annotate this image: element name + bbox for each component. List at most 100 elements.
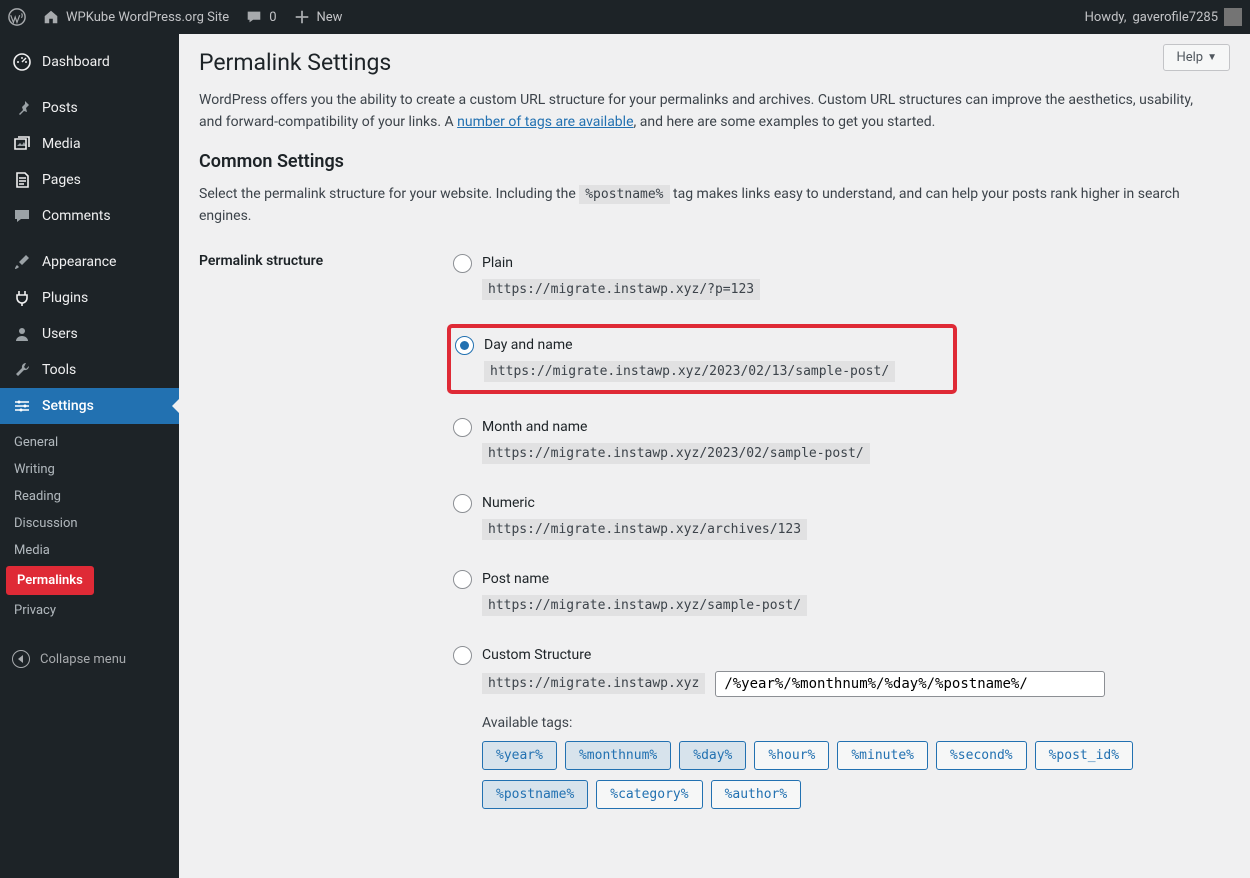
radio-custom-structure[interactable] [453,646,472,665]
option-label-plain[interactable]: Plain [482,255,513,271]
tag-minute[interactable]: %minute% [837,741,928,770]
sidebar-item-plugins[interactable]: Plugins [0,280,179,316]
new-content-link[interactable]: New [293,8,343,26]
page-icon [12,170,32,190]
collapse-menu-button[interactable]: Collapse menu [0,640,179,678]
sidebar-item-comments[interactable]: Comments [0,198,179,234]
howdy-prefix: Howdy, [1085,10,1127,25]
sidebar-item-users[interactable]: Users [0,316,179,352]
collapse-label: Collapse menu [40,652,126,667]
sidebar-item-settings[interactable]: Settings [0,388,179,424]
intro-text: WordPress offers you the ability to crea… [199,90,1199,133]
content-area: Help ▼ Permalink Settings WordPress offe… [179,34,1250,878]
common-settings-heading: Common Settings [199,151,1230,172]
sidebar-item-label: Posts [42,100,78,116]
tag-year[interactable]: %year% [482,741,557,770]
site-name-link[interactable]: WPKube WordPress.org Site [42,8,229,26]
sidebar-item-label: Tools [42,362,76,378]
option-label-month-and-name[interactable]: Month and name [482,419,587,435]
submenu-permalinks[interactable]: Permalinks [6,566,94,595]
sidebar-item-dashboard[interactable]: Dashboard [0,44,179,80]
sidebar-item-label: Appearance [42,254,116,270]
tag-hour[interactable]: %hour% [754,741,829,770]
sidebar-item-tools[interactable]: Tools [0,352,179,388]
option-day-and-name: Day and name https://migrate.instawp.xyz… [447,324,957,394]
available-tags-label: Available tags: [482,715,1224,731]
tag-day[interactable]: %day% [679,741,746,770]
sidebar-item-label: Plugins [42,290,88,306]
radio-numeric[interactable] [453,494,472,513]
site-name-label: WPKube WordPress.org Site [66,10,229,25]
plus-icon [293,8,311,26]
submenu-general[interactable]: General [0,429,179,456]
sidebar-item-label: Comments [42,208,111,224]
example-day-and-name: https://migrate.instawp.xyz/2023/02/13/s… [484,361,895,382]
tag-author[interactable]: %author% [711,780,802,809]
help-button[interactable]: Help ▼ [1163,44,1230,71]
option-numeric: Numeric https://migrate.instawp.xyz/arch… [447,488,1230,546]
submenu-privacy[interactable]: Privacy [0,597,179,624]
tag-second[interactable]: %second% [936,741,1027,770]
chevron-down-icon: ▼ [1207,52,1217,63]
tag-post-id[interactable]: %post_id% [1035,741,1133,770]
brush-icon [12,252,32,272]
comment-icon [245,8,263,26]
sidebar-item-media[interactable]: Media [0,126,179,162]
option-label-day-and-name[interactable]: Day and name [484,337,573,353]
wordpress-logo[interactable] [8,8,26,26]
custom-structure-input[interactable] [715,671,1105,697]
help-label: Help [1176,50,1203,65]
avatar [1224,8,1242,26]
page-title: Permalink Settings [199,49,1230,76]
admin-sidebar: Dashboard Posts Media Pages Comments App… [0,34,179,878]
sidebar-item-label: Pages [42,172,81,188]
radio-month-and-name[interactable] [453,418,472,437]
tags-available-link[interactable]: number of tags are available [457,114,633,130]
radio-day-and-name[interactable] [455,336,474,355]
submenu-reading[interactable]: Reading [0,483,179,510]
sidebar-item-posts[interactable]: Posts [0,90,179,126]
user-name: gaverofile7285 [1132,10,1218,25]
tag-postname[interactable]: %postname% [482,780,588,809]
tag-row-1: %year% %monthnum% %day% %hour% %minute% … [482,741,1224,770]
wordpress-icon [8,8,26,26]
plug-icon [12,288,32,308]
comments-link[interactable]: 0 [245,8,276,26]
sidebar-item-label: Media [42,136,81,152]
comment-icon [12,206,32,226]
option-label-post-name[interactable]: Post name [482,571,549,587]
radio-post-name[interactable] [453,570,472,589]
tag-row-2: %postname% %category% %author% [482,780,1224,809]
option-label-custom-structure[interactable]: Custom Structure [482,647,591,663]
option-plain: Plain https://migrate.instawp.xyz/?p=123 [447,248,1230,306]
tag-category[interactable]: %category% [596,780,702,809]
option-post-name: Post name https://migrate.instawp.xyz/sa… [447,564,1230,622]
example-post-name: https://migrate.instawp.xyz/sample-post/ [482,595,807,616]
admin-bar: WPKube WordPress.org Site 0 New Howdy, g… [0,0,1250,34]
tag-monthnum[interactable]: %monthnum% [565,741,671,770]
submenu-media[interactable]: Media [0,537,179,564]
wrench-icon [12,360,32,380]
option-label-numeric[interactable]: Numeric [482,495,535,511]
user-icon [12,324,32,344]
submenu-discussion[interactable]: Discussion [0,510,179,537]
new-label: New [317,10,343,25]
sliders-icon [12,396,32,416]
home-icon [42,8,60,26]
sidebar-item-label: Settings [42,398,94,414]
example-plain: https://migrate.instawp.xyz/?p=123 [482,279,760,300]
radio-plain[interactable] [453,254,472,273]
custom-prefix: https://migrate.instawp.xyz [482,673,705,694]
settings-submenu: General Writing Reading Discussion Media… [0,424,179,636]
sidebar-item-pages[interactable]: Pages [0,162,179,198]
sidebar-item-label: Dashboard [42,54,110,70]
sidebar-item-appearance[interactable]: Appearance [0,244,179,280]
media-icon [12,134,32,154]
example-month-and-name: https://migrate.instawp.xyz/2023/02/samp… [482,443,870,464]
common-settings-desc: Select the permalink structure for your … [199,184,1230,227]
postname-tag-code: %postname% [579,185,669,204]
howdy-link[interactable]: Howdy, gaverofile7285 [1085,8,1242,26]
submenu-writing[interactable]: Writing [0,456,179,483]
dashboard-icon [12,52,32,72]
example-numeric: https://migrate.instawp.xyz/archives/123 [482,519,807,540]
